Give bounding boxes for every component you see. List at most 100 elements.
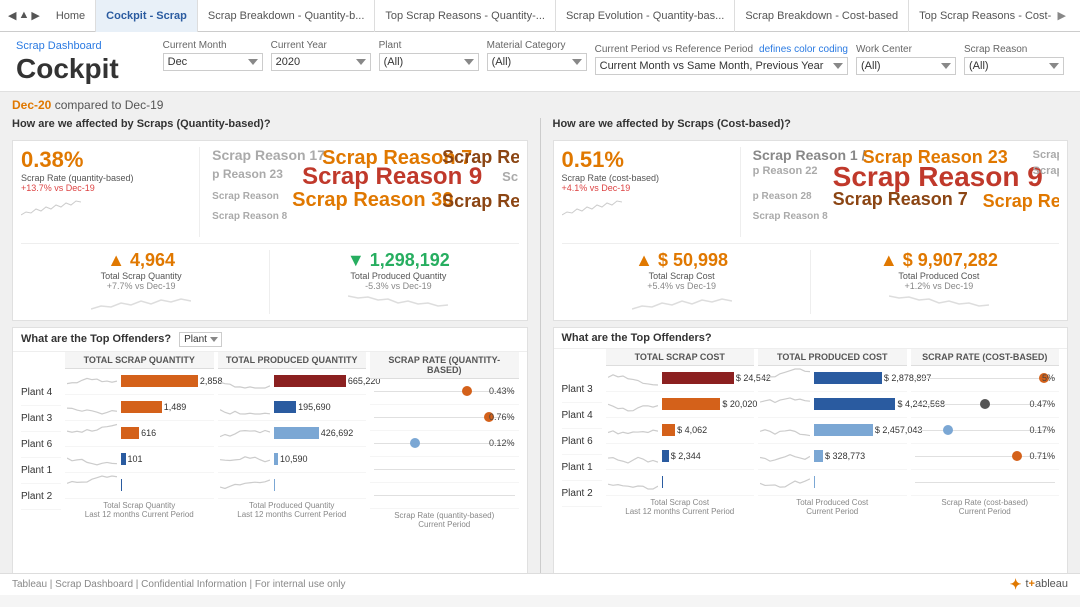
footer-rate2-label: Current Period	[372, 520, 517, 529]
color-coding-link[interactable]: defines color coding	[759, 44, 848, 55]
row-label: Plant 4	[21, 380, 61, 406]
material-category-select[interactable]: (All)	[487, 53, 587, 71]
sparkline	[220, 422, 270, 442]
left-rate-footer: Scrap Rate (quantity-based) Current Peri…	[370, 509, 519, 531]
right-produced-cost-col: TOTAL PRODUCED COST $ 2,878,897$ 4,242,5…	[758, 349, 907, 518]
row-label: Plant 2	[21, 484, 61, 510]
current-year-filter: Current Year 2020	[271, 40, 371, 71]
current-month-select[interactable]: Dec	[163, 53, 263, 71]
right-offenders-header: What are the Top Offenders?	[554, 328, 1068, 349]
material-category-label: Material Category	[487, 40, 587, 51]
rate-value: 0.47%	[1029, 399, 1055, 409]
row-label: Plant 6	[562, 429, 602, 455]
sparkline	[67, 396, 117, 416]
breadcrumb[interactable]: Scrap Dashboard	[16, 40, 119, 52]
r-footer-cost2: Last 12 months Current Period	[608, 507, 753, 516]
work-center-label: Work Center	[856, 44, 956, 55]
left-rate-col: SCRAP RATE (QUANTITY-BASED) 0.43%0.76%0.…	[370, 352, 519, 531]
table-row	[911, 470, 1060, 496]
rate-dot	[410, 438, 420, 448]
table-row: 195,690	[218, 395, 367, 421]
bar-value: $ 20,020	[722, 399, 757, 409]
wc2-sr11: Scrap Reason 11	[1033, 165, 1059, 177]
period-main: Dec-20	[12, 98, 51, 112]
nav-tab[interactable]: Scrap Breakdown - Quantity-b...	[198, 0, 376, 32]
left-produced-qty-sparkline	[348, 291, 448, 311]
sparkline	[608, 419, 658, 439]
table-row: $ 2,457,043	[758, 418, 907, 444]
nav-tab[interactable]: Top Scrap Reasons - Cost-based	[909, 0, 1051, 32]
right-produced-cost-change: +1.2% vs Dec-19	[819, 281, 1059, 291]
rate-dot	[462, 386, 472, 396]
bar	[662, 450, 669, 462]
nav-arrow-up[interactable]: ▲	[18, 9, 29, 22]
bar-value: 426,692	[321, 428, 354, 438]
plant-select[interactable]: (All)	[379, 53, 479, 71]
bar	[274, 375, 346, 387]
sparkline	[67, 422, 117, 442]
right-scrap-rate-change: +4.1% vs Dec-19	[562, 183, 732, 193]
footer-prod2-label: Last 12 months Current Period	[220, 510, 365, 519]
nav-arrow-left[interactable]: ◀	[8, 9, 16, 22]
right-wordcloud-area: Scrap Reason 1 / Scrap Reason 23 Scrap R…	[749, 147, 1059, 237]
sparkline	[760, 367, 810, 387]
current-year-select[interactable]: 2020	[271, 53, 371, 71]
rate-value: 0.12%	[489, 438, 515, 448]
material-category-filter: Material Category (All)	[487, 40, 587, 71]
bar	[274, 479, 275, 491]
r-footer-rate: Scrap Rate (cost-based)	[913, 498, 1058, 507]
nav-more-button[interactable]: ▶	[1052, 9, 1072, 22]
right-metrics-inner: 0.51% Scrap Rate (cost-based) +4.1% vs D…	[562, 147, 1060, 237]
right-offenders-section: What are the Top Offenders? Plant 3Plant…	[553, 327, 1069, 573]
row-label: Plant 1	[21, 458, 61, 484]
nav-tab[interactable]: Scrap Breakdown - Cost-based	[735, 0, 909, 32]
right-rate-footer: Scrap Rate (cost-based) Current Period	[911, 496, 1060, 518]
page-title: Cockpit	[16, 54, 119, 85]
period-select[interactable]: Current Month vs Same Month, Previous Ye…	[595, 57, 848, 75]
left-offenders-dropdown[interactable]: Plant	[179, 332, 222, 347]
right-offenders-cols: Plant 3Plant 4Plant 6Plant 1Plant 2 TOTA…	[562, 349, 1060, 518]
nav-tab[interactable]: Scrap Evolution - Quantity-bas...	[556, 0, 735, 32]
nav-arrows[interactable]: ◀ ▲ ▶	[8, 9, 40, 22]
left-produced-qty-label: Total Produced Quantity	[278, 271, 518, 281]
main-content: Dec-20 compared to Dec-19 How are we aff…	[0, 92, 1080, 573]
bar	[662, 424, 676, 436]
table-row: $ 20,020	[606, 392, 755, 418]
scrap-reason-select[interactable]: (All)	[964, 57, 1064, 75]
left-rate-sparkline	[21, 197, 81, 217]
nav-bar: ◀ ▲ ▶ HomeCockpit - ScrapScrap Breakdown…	[0, 0, 1080, 32]
left-rate-row: 0.38% Scrap Rate (quantity-based) +13.7%…	[21, 147, 191, 193]
bar	[814, 424, 873, 436]
left-section-header: How are we affected by Scraps (Quantity-…	[12, 118, 528, 130]
left-column: How are we affected by Scraps (Quantity-…	[12, 118, 528, 573]
wc-word-sr8: Scrap Reason 8	[212, 211, 287, 222]
table-row: $ 2,878,897	[758, 366, 907, 392]
left-metrics-inner: 0.38% Scrap Rate (quantity-based) +13.7%…	[21, 147, 519, 237]
right-offenders-table: Plant 3Plant 4Plant 6Plant 1Plant 2 TOTA…	[554, 349, 1068, 518]
nav-tab[interactable]: Top Scrap Reasons - Quantity-...	[375, 0, 556, 32]
period-label: Current Period vs Reference Period	[595, 44, 753, 55]
sparkline	[67, 370, 117, 390]
footer-prod-label: Total Produced Quantity	[220, 501, 365, 510]
left-scrap-qty-value: ▲ 4,964	[21, 250, 261, 271]
current-month-label: Current Month	[163, 40, 263, 51]
wc-word-sr22: Scrap Reason 22	[442, 191, 518, 212]
nav-arrow-right[interactable]: ▶	[31, 9, 39, 22]
footer-qty-label: Total Scrap Quantity	[67, 501, 212, 510]
nav-tab[interactable]: Cockpit - Scrap	[96, 0, 198, 32]
wc-word-sr-sub1: p Reason 23	[212, 167, 283, 181]
table-row: $ 4,062	[606, 418, 755, 444]
nav-tab[interactable]: Home	[46, 0, 96, 32]
table-row: 616	[65, 421, 214, 447]
bar-value: $ 4,062	[677, 425, 707, 435]
table-row: 0.12%	[370, 431, 519, 457]
bar	[274, 427, 319, 439]
right-scrap-cost-footer: Total Scrap Cost Last 12 months Current …	[606, 496, 755, 518]
work-center-select[interactable]: (All)	[856, 57, 956, 75]
table-row: $ 24,542	[606, 366, 755, 392]
sparkline	[67, 474, 117, 494]
left-offenders-table: Plant 4Plant 3Plant 6Plant 1Plant 2 TOTA…	[13, 352, 527, 531]
wc-word-sr9: Scrap Reason 9	[302, 163, 482, 191]
left-produced-qty-value: ▼ 1,298,192	[278, 250, 518, 271]
table-row: $ 4,242,568	[758, 392, 907, 418]
